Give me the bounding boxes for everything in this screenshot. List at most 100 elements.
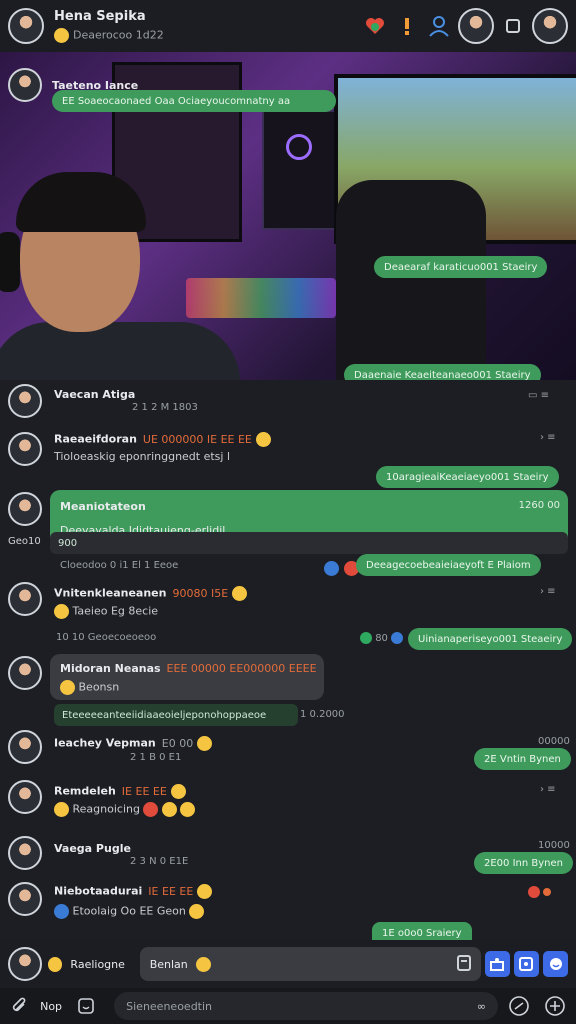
reply-icon[interactable]: › ≡: [540, 784, 556, 795]
user-tag: 90080 I5E: [172, 586, 229, 600]
top-bar: Hena Sepika Deaerocoo 1d22: [0, 0, 576, 52]
avatar[interactable]: [8, 384, 42, 418]
pc-tower: [262, 110, 336, 230]
username: Ieachey Vepman E0 00: [54, 736, 213, 751]
stream-video[interactable]: Taeteno Iance EE Soaeocaonaed Oaa Ociaey…: [0, 52, 576, 380]
chat-list[interactable]: Vaecan Atiga 2 1 2 M 1803 ▭ ≡ Raeaeifdor…: [0, 380, 576, 940]
message-pill: 2E Vntin Bynen: [474, 748, 571, 770]
username: Raeaeifdoran UE 000000 IE EE EE: [54, 432, 271, 447]
emoji-icon: [54, 604, 69, 619]
avatar[interactable]: [8, 582, 42, 616]
reply-bar: Raeliogne Benlan: [0, 940, 576, 988]
avatar[interactable]: [8, 730, 42, 764]
user-tag: E0 00: [161, 736, 194, 750]
timestamp: 10000: [538, 840, 570, 851]
viewer-avatar-1[interactable]: [458, 8, 494, 44]
attach-icon[interactable]: [456, 954, 471, 974]
reply-field-text: Benlan: [149, 957, 188, 971]
emoji-icon: [195, 956, 211, 972]
avatar[interactable]: [8, 432, 42, 466]
message-input-placeholder: Sieneeneoedtin: [126, 999, 213, 1013]
send-icon[interactable]: [508, 995, 530, 1017]
composer-bar: Nop Sieneeneoedtin ∞: [0, 988, 576, 1024]
reply-field[interactable]: Benlan: [139, 947, 481, 981]
my-avatar[interactable]: [8, 947, 42, 981]
emoji-icon: [197, 884, 213, 899]
gift-button[interactable]: [484, 951, 510, 977]
user-profile-icon[interactable]: [426, 13, 452, 39]
exclamation-icon[interactable]: [394, 13, 420, 39]
reaction-red-icon: [528, 886, 540, 898]
add-icon[interactable]: [544, 995, 566, 1017]
link-icon[interactable]: ∞: [477, 1000, 486, 1013]
emoji-icon: [189, 904, 205, 919]
reply-icon[interactable]: › ≡: [540, 586, 556, 597]
reaction-icons[interactable]: [528, 886, 552, 898]
username: Vaecan Atiga: [54, 388, 136, 401]
user-tag: IE EE EE: [121, 784, 167, 798]
timestamp: 1260 00: [518, 500, 560, 511]
headset: [0, 232, 20, 292]
message-text-content: Beonsn: [78, 680, 120, 694]
message-pill: Eteeeeeanteeiidiaaeoieljeponohoppaeoe: [54, 704, 298, 726]
avatar[interactable]: [8, 780, 42, 814]
channel-status-text: Deaerocoo 1d22: [73, 28, 164, 42]
username: Meaniotateon: [60, 500, 146, 513]
timestamp: 2 1 2 M 1803: [132, 402, 198, 413]
sticker-icon[interactable]: [76, 995, 96, 1017]
avatar[interactable]: [8, 656, 42, 690]
timestamp: 1 0.2000: [300, 709, 345, 720]
overlay-username: Taeteno Iance: [52, 78, 139, 92]
emoji-icon: [54, 802, 69, 817]
gaming-chair: [336, 180, 486, 380]
emoji-icon: [180, 802, 196, 817]
channel-info: Hena Sepika Deaerocoo 1d22: [54, 9, 356, 43]
reaction-blue-icon[interactable]: [324, 561, 339, 576]
avatar[interactable]: [8, 836, 42, 870]
emoji-icon: [54, 904, 69, 919]
username: Remdeleh IE EE EE: [54, 784, 186, 799]
reaction-count[interactable]: 80: [360, 632, 404, 644]
user-tag: UE 000000 IE EE EE: [142, 432, 252, 446]
message-text: Taeieo Eg 8ecie: [54, 604, 158, 619]
emoji-icon: [255, 432, 271, 447]
username: Vnitenkleaneanen 90080 I5E: [54, 586, 248, 601]
message-pill: 2E00 Inn Bynen: [474, 852, 573, 874]
viewer-count-icon: [500, 13, 526, 39]
overlay-avatar[interactable]: [8, 68, 42, 102]
reply-icon[interactable]: › ≡: [540, 432, 556, 443]
overlay-pill-bottom: Daaenaie Keaeiteanaeo001 Staeiry: [344, 364, 541, 380]
reaction-green-icon: [360, 632, 372, 644]
message-pill: 1E o0o0 Sraiery: [372, 922, 472, 940]
avatar[interactable]: [8, 492, 42, 526]
paperclip-icon[interactable]: [10, 995, 30, 1017]
composer-label: Nop: [40, 999, 63, 1013]
message-text-content: Reagnoicing: [72, 802, 140, 816]
message-pill: 10aragieaiKeaeiaeyo001 Staeiry: [376, 466, 559, 488]
reaction-blue-icon: [391, 632, 404, 644]
emoji-icon: [170, 784, 186, 799]
channel-status: Deaerocoo 1d22: [54, 28, 356, 43]
username: Vaega Pugle: [54, 842, 131, 855]
more-options-icon[interactable]: ▭ ≡: [528, 390, 549, 401]
overlay-message-bubble: EE Soaeocaonaed Oaa Ociaeyoucomnatny aa: [52, 90, 336, 112]
viewer-avatar-2[interactable]: [532, 8, 568, 44]
message-input[interactable]: Sieneeneoedtin ∞: [114, 992, 498, 1020]
emoji-icon[interactable]: [48, 956, 63, 972]
streamer-hair: [16, 172, 146, 232]
username-text: Raeaeifdoran: [54, 432, 137, 446]
avatar[interactable]: [8, 882, 42, 916]
heart-reaction-icon[interactable]: [362, 13, 388, 39]
reaction-button[interactable]: [543, 951, 569, 977]
emoji-icon: [232, 586, 248, 601]
reaction-icons[interactable]: [324, 558, 360, 577]
sub-meta: 2 1 B 0 E1: [130, 752, 182, 763]
username-text: Remdeleh: [54, 784, 116, 798]
channel-avatar[interactable]: [8, 8, 44, 44]
user-tag: EEE 00000 EE000000 EEEE: [166, 662, 317, 675]
username-text: Vnitenkleaneanen: [54, 586, 167, 600]
message-text: Reagnoicing: [54, 802, 196, 817]
image-button[interactable]: [513, 951, 539, 977]
side-label: Geo10: [8, 536, 41, 547]
reaction-count-text: 80: [375, 633, 388, 644]
